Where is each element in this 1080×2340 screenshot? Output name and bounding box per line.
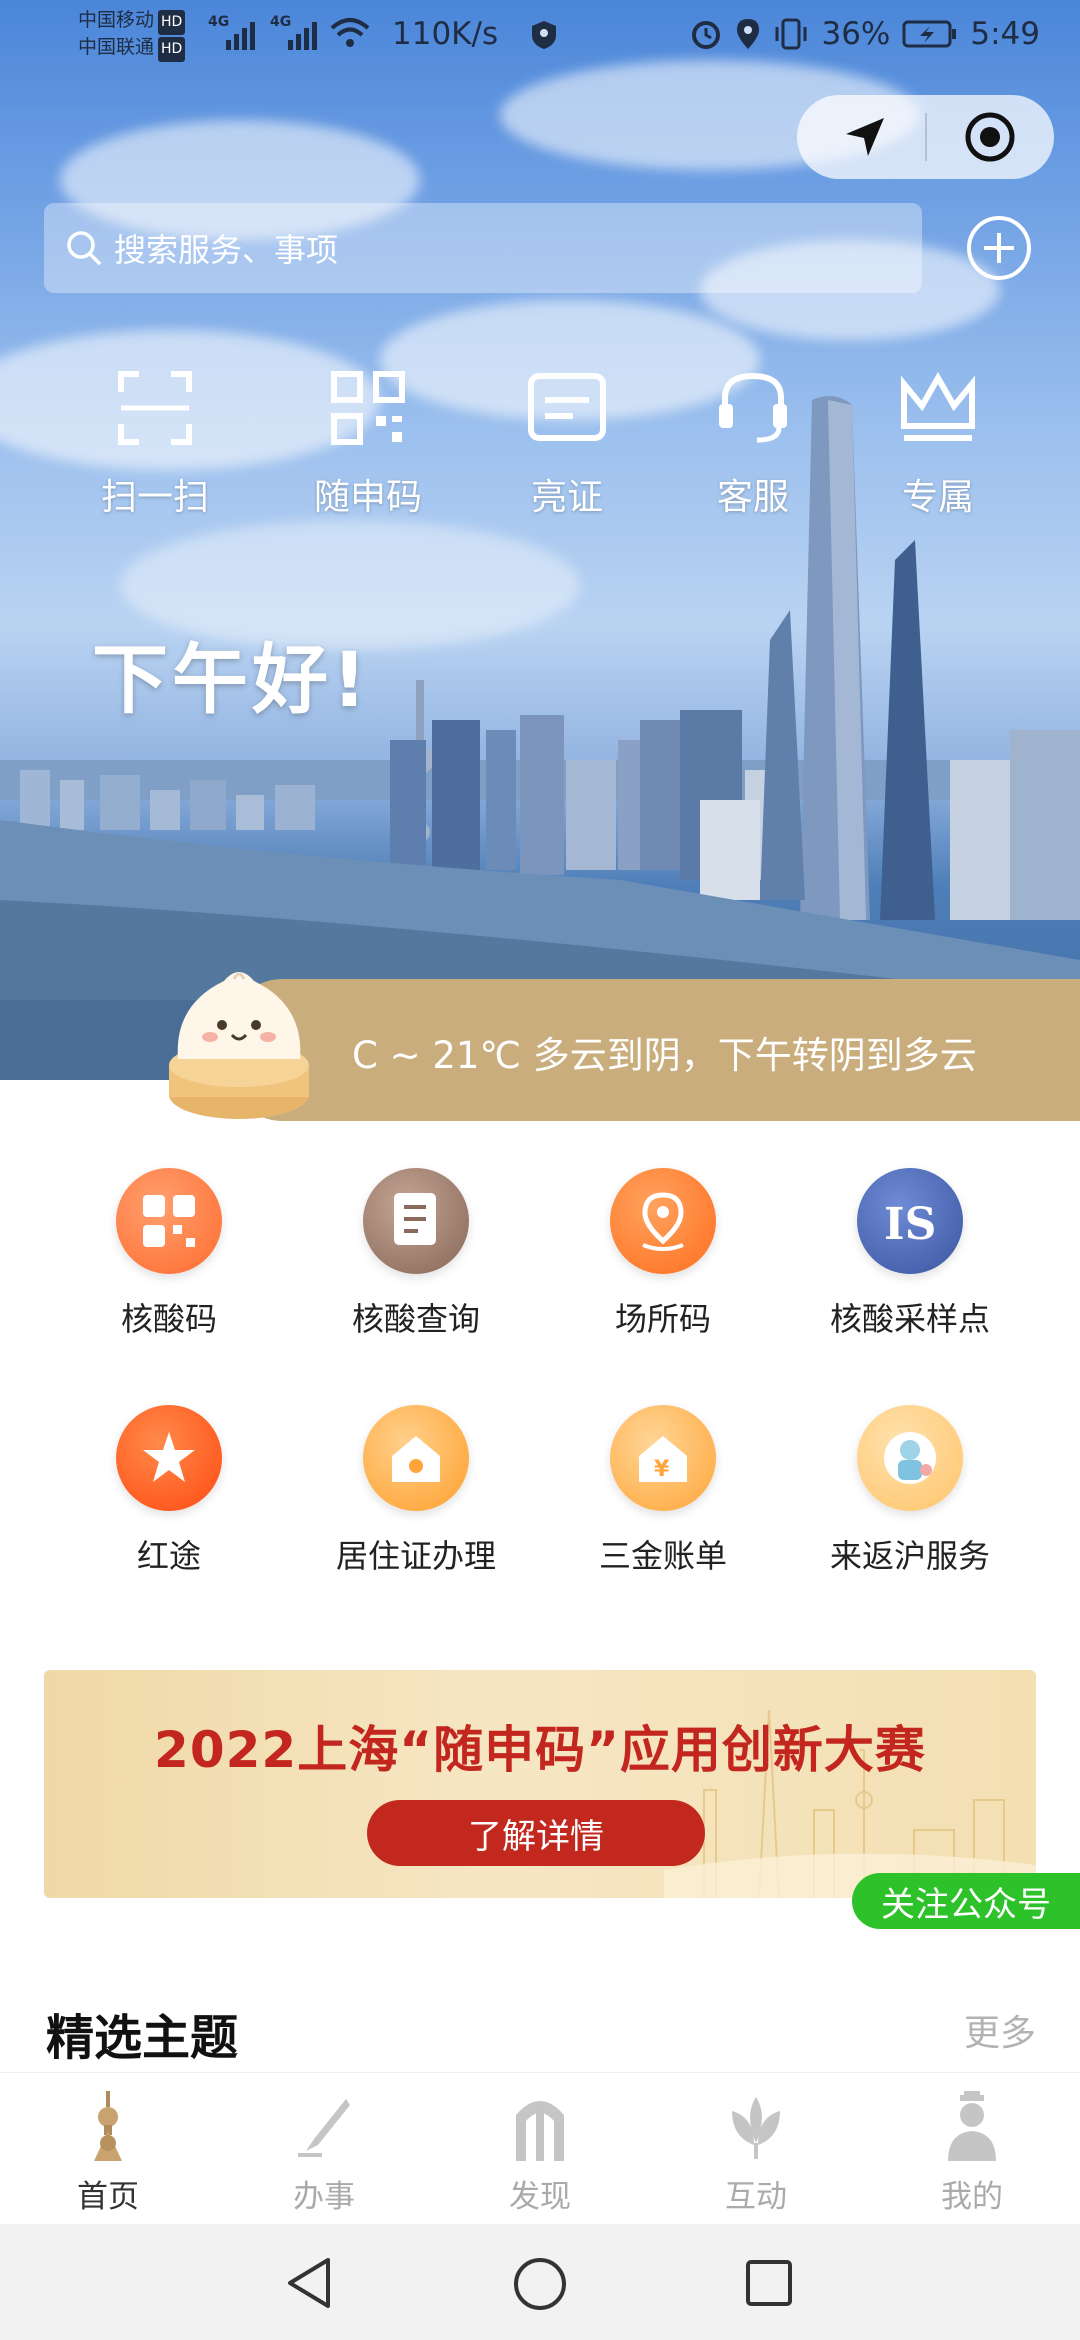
svg-text:¥: ¥ xyxy=(654,1457,670,1482)
xiaolongbao-mascot-icon xyxy=(169,972,309,1119)
tab-profile[interactable]: 我的 xyxy=(864,2091,1080,2216)
crown-icon xyxy=(901,371,975,441)
signal-icon xyxy=(226,22,255,50)
quick-action-show-certificate[interactable]: 亮证 xyxy=(487,370,647,520)
quick-action-customer-service[interactable]: 客服 xyxy=(673,370,833,520)
tab-label: 我的 xyxy=(941,2179,1003,2215)
tab-label: 办事 xyxy=(293,2179,355,2215)
alarm-icon xyxy=(692,21,721,49)
quick-action-exclusive[interactable]: 专属 xyxy=(858,370,1018,520)
weather-text: C ~ 21℃ 多云到阴，下午转阴到多云 xyxy=(352,1034,977,1077)
hd-badge: HD xyxy=(158,10,186,35)
mini-program-capsule xyxy=(797,95,1054,179)
service-sampling-points[interactable]: IS 核酸采样点 xyxy=(790,1168,1030,1340)
recents-icon[interactable] xyxy=(744,2258,794,2308)
tab-services[interactable]: 办事 xyxy=(216,2091,432,2216)
mascot-icon xyxy=(857,1405,963,1511)
system-navigation-bar xyxy=(0,2224,1080,2340)
network-speed: 110K/s xyxy=(392,16,499,52)
service-label: 场所码 xyxy=(614,1300,711,1338)
back-icon[interactable] xyxy=(284,2256,334,2310)
bottom-tab-bar: 首页 办事 发现 互动 我的 xyxy=(0,2072,1080,2224)
shield-icon xyxy=(532,21,556,49)
quick-action-label: 扫一扫 xyxy=(100,477,209,518)
more-link[interactable]: 更多 xyxy=(964,2004,1036,2056)
service-return-shanghai[interactable]: 来返沪服务 xyxy=(790,1405,1030,1577)
navigate-button[interactable] xyxy=(805,95,925,179)
location-icon xyxy=(737,19,760,49)
search-placeholder: 搜索服务、事项 xyxy=(114,231,339,269)
add-icon[interactable] xyxy=(964,213,1034,283)
service-label: 三金账单 xyxy=(598,1537,727,1575)
greeting-text: 下午好! xyxy=(92,635,371,724)
service-residence-permit[interactable]: 居住证办理 xyxy=(296,1405,536,1577)
home-icon[interactable] xyxy=(512,2256,568,2312)
service-hongtu[interactable]: 红途 xyxy=(49,1405,289,1577)
weather-ticker[interactable]: C ~ 21℃ 多云到阴，下午转阴到多云 xyxy=(230,979,1080,1121)
quick-action-label: 亮证 xyxy=(530,477,603,518)
tab-home[interactable]: 首页 xyxy=(0,2091,216,2216)
status-bar: 中国移动 HD 中国联通 HD 4G 4G 110K/s 36% 5:49 xyxy=(0,0,1080,70)
vibrate-icon xyxy=(775,18,807,50)
promo-banner[interactable]: 2022上海“随申码”应用创新大赛 了解详情 xyxy=(44,1670,1036,1898)
location-pin-icon xyxy=(610,1168,716,1274)
pearl-tower-icon xyxy=(94,2091,122,2161)
target-icon xyxy=(965,112,1015,162)
quick-action-scan[interactable]: 扫一扫 xyxy=(75,370,235,520)
tab-discover[interactable]: 发现 xyxy=(432,2091,648,2216)
document-icon xyxy=(363,1168,469,1274)
pen-icon xyxy=(298,2099,350,2157)
hd-badge: HD xyxy=(158,37,186,62)
yen-house-icon: ¥ xyxy=(610,1405,716,1511)
battery-icon xyxy=(902,20,957,48)
follow-account-button[interactable]: 关注公众号 xyxy=(852,1873,1080,1929)
banner-title: 2022上海“随申码”应用创新大赛 xyxy=(154,1721,926,1779)
service-nucleic-code[interactable]: 核酸码 xyxy=(49,1168,289,1340)
person-icon xyxy=(948,2091,996,2161)
tab-label: 首页 xyxy=(77,2179,139,2215)
service-three-funds-bill[interactable]: ¥ 三金账单 xyxy=(543,1405,783,1577)
quick-action-label: 随申码 xyxy=(313,477,422,518)
service-label: 核酸采样点 xyxy=(829,1300,990,1338)
search-icon xyxy=(67,231,101,265)
scan-icon xyxy=(118,371,192,445)
clock: 5:49 xyxy=(970,16,1040,52)
carrier-2-label: 中国联通 xyxy=(78,36,155,58)
learn-more-button[interactable]: 了解详情 xyxy=(367,1800,705,1866)
is-logo-icon: IS xyxy=(857,1168,963,1274)
signal-icon xyxy=(288,22,317,50)
quick-action-label: 专属 xyxy=(901,477,974,518)
svg-text:IS: IS xyxy=(884,1199,936,1249)
service-label: 红途 xyxy=(136,1537,201,1575)
carrier-info: 中国移动 HD 中国联通 HD xyxy=(78,8,186,62)
quick-action-label: 客服 xyxy=(716,477,789,518)
battery-percent: 36% xyxy=(821,16,891,52)
wifi-icon xyxy=(330,18,370,47)
navigation-arrow-icon xyxy=(846,118,884,156)
service-place-code[interactable]: 场所码 xyxy=(543,1168,783,1340)
magnolia-icon xyxy=(732,2097,780,2159)
service-label: 核酸码 xyxy=(120,1300,217,1338)
house-icon xyxy=(363,1405,469,1511)
star-tower-icon xyxy=(116,1405,222,1511)
search-input[interactable]: 搜索服务、事项 xyxy=(44,203,922,293)
section-title: 精选主题 xyxy=(46,2010,239,2066)
tab-label: 发现 xyxy=(509,2179,571,2215)
qrcode-icon xyxy=(116,1168,222,1274)
arch-icon xyxy=(516,2101,564,2161)
target-button[interactable] xyxy=(930,95,1050,179)
tab-interact[interactable]: 互动 xyxy=(648,2091,864,2216)
quick-action-health-code[interactable]: 随申码 xyxy=(288,370,448,520)
service-label: 居住证办理 xyxy=(335,1537,496,1575)
carrier-1-label: 中国移动 xyxy=(78,9,155,31)
qrcode-icon xyxy=(331,371,405,445)
customer-service-icon xyxy=(719,372,787,443)
certificate-icon xyxy=(528,373,606,441)
service-label: 来返沪服务 xyxy=(829,1537,990,1575)
capsule-divider xyxy=(925,113,927,161)
status-right-group: 36% 5:49 xyxy=(689,16,1040,52)
service-nucleic-query[interactable]: 核酸查询 xyxy=(296,1168,536,1340)
tab-label: 互动 xyxy=(725,2179,787,2215)
service-label: 核酸查询 xyxy=(351,1300,480,1338)
